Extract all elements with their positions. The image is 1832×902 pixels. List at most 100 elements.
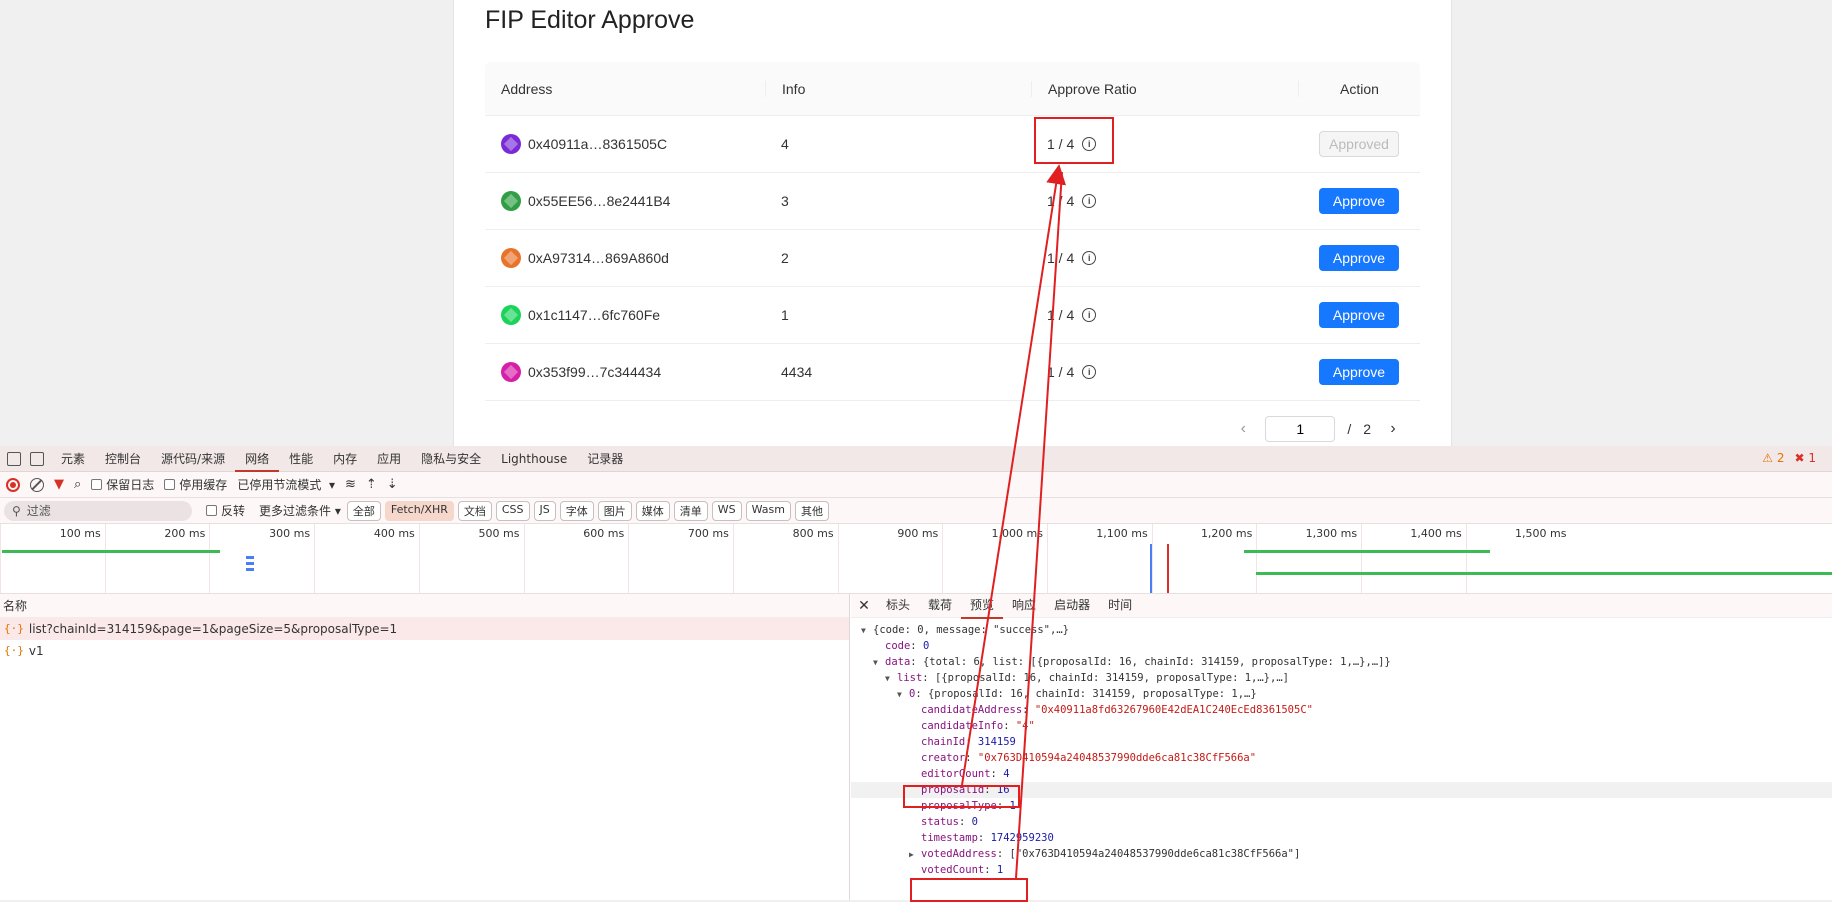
devtools-tab[interactable]: 隐私与安全 bbox=[411, 446, 491, 472]
issue-counts[interactable]: ⚠ 2 ✖ 1 bbox=[1762, 451, 1816, 465]
json-line[interactable]: ▼ list: [{proposalId: 16, chainId: 314159… bbox=[851, 670, 1832, 686]
devtools-tab[interactable]: 应用 bbox=[367, 446, 411, 472]
request-row[interactable]: {·} list?chainId=314159&page=1&pageSize=5… bbox=[0, 618, 849, 640]
timeline-tick: 100 ms bbox=[0, 524, 105, 593]
json-key: code bbox=[885, 640, 911, 652]
prev-page-icon[interactable]: ‹ bbox=[1233, 420, 1253, 438]
timeline-tick: 800 ms bbox=[732, 524, 838, 593]
collapse-arrow-icon[interactable]: ▼ bbox=[897, 687, 909, 703]
info-cell: 2 bbox=[781, 250, 789, 266]
page-separator: / bbox=[1347, 421, 1352, 437]
disable-cache-checkbox[interactable]: 停用缓存 bbox=[164, 476, 227, 493]
resource-type-pill[interactable]: JS bbox=[533, 500, 556, 521]
json-line[interactable]: ▶ votedAddress: ["0x763D410594a2404853799… bbox=[851, 846, 1832, 862]
approve-button[interactable]: Approve bbox=[1319, 188, 1399, 214]
resource-type-pill[interactable]: 清单 bbox=[673, 500, 708, 521]
export-har-icon[interactable]: ⇣ bbox=[387, 477, 398, 492]
preserve-log-checkbox[interactable]: 保留日志 bbox=[91, 476, 154, 493]
resource-type-pill[interactable]: 全部 bbox=[346, 500, 381, 521]
page-number-input[interactable] bbox=[1265, 416, 1336, 442]
timeline-tick: 1,000 ms bbox=[942, 524, 1047, 593]
resource-type-pill[interactable]: WS bbox=[711, 500, 742, 521]
info-icon[interactable]: i bbox=[1082, 251, 1097, 265]
network-conditions-icon[interactable]: ≋ bbox=[345, 477, 356, 492]
inspect-element-icon[interactable] bbox=[7, 451, 21, 466]
device-toolbar-icon[interactable] bbox=[30, 451, 44, 466]
details-tab[interactable]: 响应 bbox=[1003, 594, 1045, 619]
details-tab[interactable]: 启动器 bbox=[1045, 594, 1099, 619]
page-total: 2 bbox=[1363, 421, 1371, 437]
throttle-select[interactable]: 已停用节流模式 ▾ bbox=[237, 476, 335, 493]
timeline-marker bbox=[1150, 544, 1152, 593]
network-toolbar: ▼ ⌕ 保留日志 停用缓存 已停用节流模式 ▾ ≋ ⇡ ⇣ bbox=[0, 472, 1832, 498]
info-icon[interactable]: i bbox=[1082, 194, 1097, 208]
resource-type-pill[interactable]: 字体 bbox=[559, 500, 594, 521]
devtools-tab[interactable]: 控制台 bbox=[95, 446, 151, 472]
approve-ratio-cell: 1 / 4 i bbox=[1031, 136, 1298, 152]
timeline-bar bbox=[1244, 550, 1490, 553]
request-row[interactable]: {·} v1 bbox=[0, 640, 849, 662]
info-icon[interactable]: i bbox=[1082, 137, 1097, 151]
timeline-tick: 200 ms bbox=[104, 524, 210, 593]
content-card: FIP Editor Approve Address Info Approve … bbox=[453, 0, 1452, 446]
json-value: {code: 0, message: "success",…} bbox=[873, 624, 1069, 636]
filter-input[interactable]: ⚲ 过滤 bbox=[4, 500, 192, 521]
approve-button[interactable]: Approve bbox=[1319, 359, 1399, 385]
clear-icon[interactable] bbox=[30, 477, 44, 492]
approve-ratio-cell: 1 / 4 i bbox=[1031, 193, 1298, 209]
collapse-arrow-icon[interactable]: ▼ bbox=[873, 655, 885, 671]
devtools-tab[interactable]: 性能 bbox=[279, 446, 323, 472]
devtools-tab[interactable]: 内存 bbox=[323, 446, 367, 472]
json-key: creator bbox=[921, 752, 966, 764]
ratio-text: 1 / 4 bbox=[1047, 136, 1075, 152]
record-icon[interactable] bbox=[6, 477, 20, 492]
address-text: 0x353f99…7c344434 bbox=[528, 364, 662, 380]
resource-type-pill[interactable]: Fetch/XHR bbox=[384, 500, 454, 521]
json-line[interactable]: ▼ 0: {proposalId: 16, chainId: 314159, pr… bbox=[851, 686, 1832, 702]
info-icon[interactable]: i bbox=[1082, 365, 1097, 379]
devtools-tab[interactable]: Lighthouse bbox=[491, 446, 577, 472]
invert-checkbox[interactable]: 反转 bbox=[206, 502, 245, 519]
info-icon[interactable]: i bbox=[1082, 308, 1097, 322]
resource-type-filters: 全部 Fetch/XHR 文档 CSS JS 字体 图片 媒体 清单 WS Wasm 其他 bbox=[346, 500, 829, 521]
json-line[interactable]: ▼ data: {total: 6, list: [{proposalId: 16… bbox=[851, 654, 1832, 670]
json-value: 4 bbox=[1003, 768, 1010, 780]
pagination: ‹ / 2 › bbox=[1233, 416, 1403, 442]
name-column-header[interactable]: 名称 bbox=[0, 594, 849, 618]
resource-type-pill[interactable]: 其他 bbox=[794, 500, 829, 521]
details-tab[interactable]: 时间 bbox=[1099, 594, 1141, 619]
more-filters-dropdown[interactable]: 更多过滤条件 ▾ bbox=[259, 502, 341, 519]
devtools-tab[interactable]: 源代码/来源 bbox=[151, 446, 235, 472]
collapse-arrow-icon[interactable]: ▼ bbox=[861, 623, 873, 639]
resource-type-pill[interactable]: Wasm bbox=[745, 500, 791, 521]
avatar bbox=[501, 248, 521, 268]
expand-arrow-icon[interactable]: ▶ bbox=[909, 847, 921, 863]
column-header-approve-ratio: Approve Ratio bbox=[1031, 80, 1298, 97]
details-tab[interactable]: 载荷 bbox=[919, 594, 961, 619]
next-page-icon[interactable]: › bbox=[1383, 420, 1403, 438]
json-line: editorCount: 4 bbox=[921, 768, 1010, 780]
approve-button[interactable]: Approve bbox=[1319, 302, 1399, 328]
details-tab[interactable]: 预览 bbox=[961, 594, 1004, 619]
filter-funnel-icon[interactable]: ▼ bbox=[54, 477, 64, 492]
search-icon[interactable]: ⌕ bbox=[74, 477, 81, 492]
devtools-tab[interactable]: 元素 bbox=[51, 446, 95, 472]
import-har-icon[interactable]: ⇡ bbox=[366, 477, 377, 492]
json-line[interactable]: ▼ {code: 0, message: "success",…} bbox=[851, 622, 1832, 638]
resource-type-pill[interactable]: 图片 bbox=[597, 500, 632, 521]
request-details: ✕ 标头 载荷 预览 响应 启动器 时间 ▼ {code: 0, message: "suc… bbox=[851, 594, 1832, 900]
collapse-arrow-icon[interactable]: ▼ bbox=[885, 671, 897, 687]
details-tab-bar: ✕ 标头 载荷 预览 响应 启动器 时间 bbox=[851, 594, 1832, 619]
timeline-bar bbox=[2, 550, 220, 553]
resource-type-pill[interactable]: CSS bbox=[495, 500, 530, 521]
resource-type-pill[interactable]: 媒体 bbox=[635, 500, 670, 521]
details-tab[interactable]: 标头 bbox=[877, 594, 919, 619]
resource-type-pill[interactable]: 文档 bbox=[457, 500, 492, 521]
network-timeline[interactable]: 100 ms 200 ms 300 ms 400 ms 500 ms 600 ms 700 … bbox=[0, 524, 1832, 594]
json-line: proposalId: 16 bbox=[851, 782, 1832, 798]
json-value: 16 bbox=[996, 784, 1010, 796]
devtools-tab[interactable]: 网络 bbox=[235, 446, 280, 472]
devtools-tab[interactable]: 记录器 bbox=[577, 446, 633, 472]
close-icon[interactable]: ✕ bbox=[851, 598, 877, 614]
approve-button[interactable]: Approve bbox=[1319, 245, 1399, 271]
